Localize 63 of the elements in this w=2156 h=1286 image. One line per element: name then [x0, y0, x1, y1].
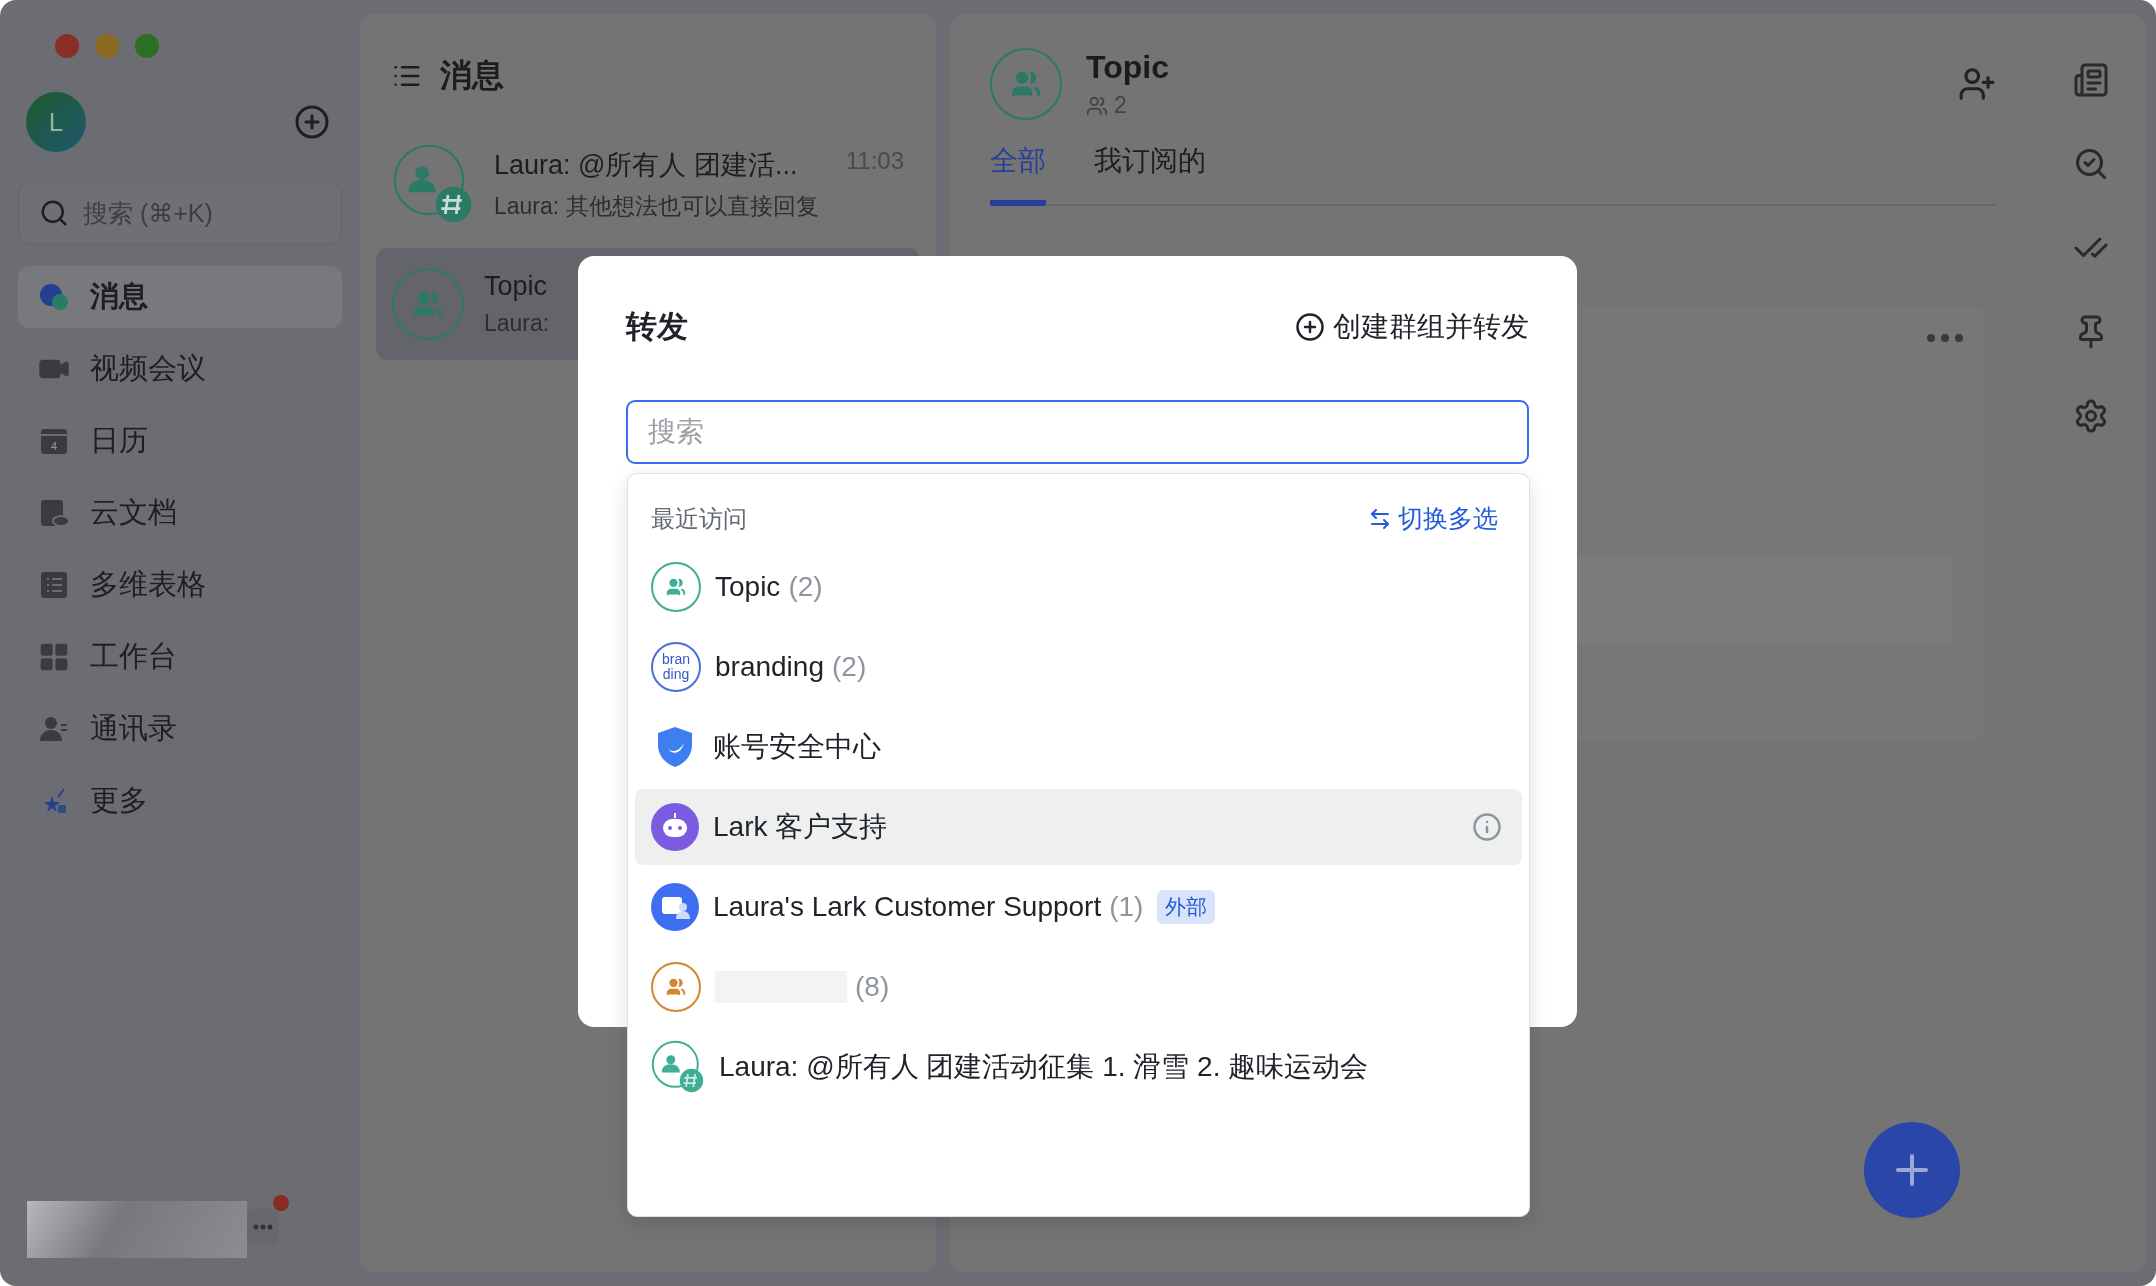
result-item[interactable]: Topic (2) [635, 549, 1522, 625]
add-icon[interactable] [294, 104, 330, 140]
result-name: Topic [715, 571, 781, 603]
more-button[interactable] [247, 1209, 279, 1245]
table-icon [38, 569, 70, 601]
result-name: Lark 客户支持 [713, 810, 888, 844]
add-member-icon[interactable] [1958, 65, 1996, 103]
chat-title: Topic [1086, 49, 1170, 86]
close-window-icon[interactable] [55, 34, 79, 58]
add-icon [1295, 312, 1325, 342]
nav-item[interactable]: 4 日历 [18, 410, 342, 472]
chat-title: Topic [484, 271, 548, 302]
result-item[interactable]: Laura: @所有人 团建活动征集 1. 滑雪 2. 趣味运动会 [635, 1029, 1522, 1105]
search-icon [39, 198, 69, 228]
nav-item[interactable]: 通讯录 [18, 698, 342, 760]
tab[interactable]: 我订阅的 [1094, 142, 1206, 206]
nav-item[interactable]: 视频会议 [18, 338, 342, 400]
more-icon[interactable] [1927, 334, 1963, 342]
external-tag: 外部 [1157, 890, 1216, 924]
result-item[interactable]: Lark 客户支持 [635, 789, 1522, 865]
info-icon[interactable] [1472, 812, 1502, 842]
nav-item[interactable]: 多维表格 [18, 554, 342, 616]
member-count: (8) [855, 971, 890, 1003]
chat-bubbles-icon [38, 281, 70, 313]
member-count: (2) [832, 651, 867, 683]
support-avatar [651, 883, 699, 931]
search-icon[interactable] [2073, 146, 2109, 182]
panel-title: 消息 [440, 56, 504, 95]
notes-icon[interactable] [2073, 62, 2109, 98]
chat-preview: Laura: 其他想法也可以直接回复 [494, 191, 819, 221]
result-name: branding [715, 651, 824, 683]
result-name: Laura's Lark Customer Support [713, 891, 1102, 923]
result-item[interactable]: bran ding branding (2) [635, 629, 1522, 705]
group-avatar [990, 48, 1062, 120]
grid-icon [38, 641, 70, 673]
member-count: (2) [788, 571, 823, 603]
result-name: 账号安全中心 [713, 730, 881, 764]
user-avatar[interactable]: L [26, 92, 86, 152]
group-avatar [392, 268, 464, 340]
result-item[interactable]: (8) [635, 949, 1522, 1025]
notification-dot-icon [273, 1195, 289, 1211]
settings-icon[interactable] [2073, 398, 2109, 434]
dialog-title: 转发 [626, 308, 688, 346]
nav-item[interactable]: 工作台 [18, 626, 342, 688]
result-item[interactable]: 账号安全中心 [635, 709, 1522, 785]
tab[interactable]: 全部 [990, 142, 1046, 206]
result-item[interactable]: Laura's Lark Customer Support (1) 外部 [635, 869, 1522, 945]
dots-icon [253, 1224, 273, 1230]
chat-title: Laura: @所有人 团建活... [494, 148, 798, 182]
create-group-button[interactable]: 创建群组并转发 [1295, 308, 1529, 346]
nav-item[interactable]: 云文档 [18, 482, 342, 544]
nav-item[interactable]: 消息 [18, 266, 342, 328]
multi-select-link[interactable]: 切换多选 [1368, 502, 1498, 535]
member-count: (1) [1109, 891, 1144, 923]
text-avatar: bran ding [651, 642, 701, 692]
robot-avatar [651, 803, 699, 851]
search-field[interactable]: 搜索 [626, 400, 1529, 464]
section-title: 最近访问 [651, 503, 747, 534]
chat-preview: Laura: [484, 310, 550, 337]
nav-item[interactable]: 更多 [18, 770, 342, 832]
document-cloud-icon [38, 497, 70, 529]
result-name: Laura: @所有人 团建活动征集 1. 滑雪 2. 趣味运动会 [719, 1050, 1369, 1084]
swap-icon [1368, 506, 1392, 531]
